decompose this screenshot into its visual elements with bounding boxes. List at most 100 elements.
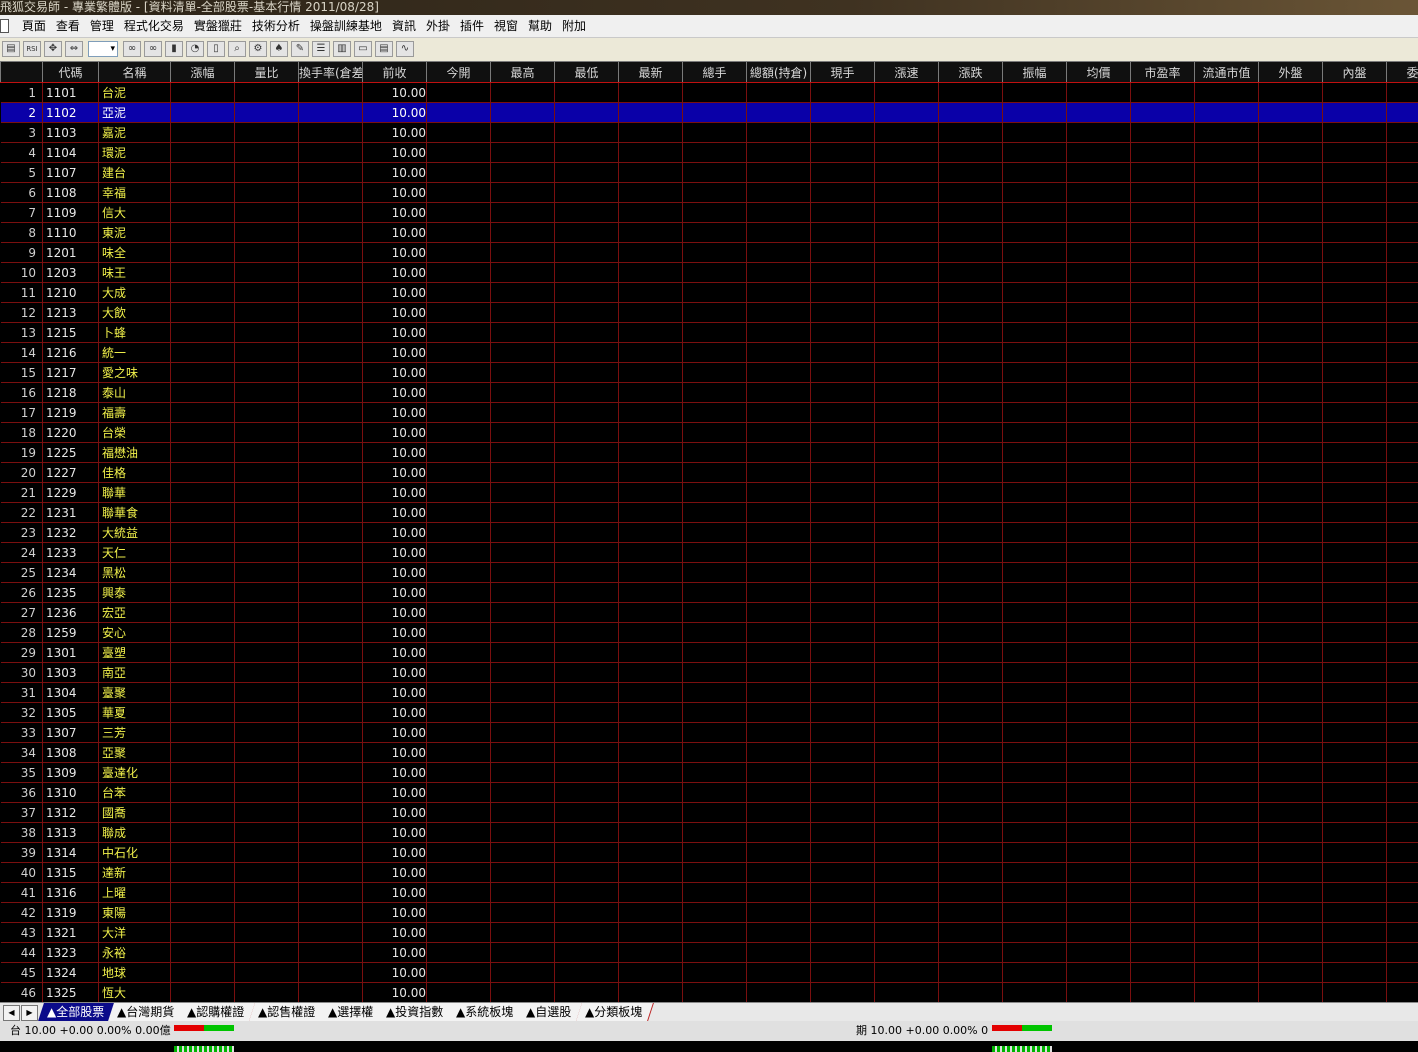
table-row[interactable]: 201227佳格10.00 bbox=[1, 463, 1418, 483]
sheet-tab[interactable]: ▲分類板塊 bbox=[576, 1003, 654, 1021]
resize-icon[interactable]: ⇔ bbox=[65, 41, 83, 57]
tab-scroll-right-button[interactable]: ▶ bbox=[21, 1005, 38, 1021]
column-header[interactable]: 現手 bbox=[811, 62, 875, 83]
folder-icon[interactable]: ▤ bbox=[2, 41, 20, 57]
table-row[interactable]: 151217愛之味10.00 bbox=[1, 363, 1418, 383]
layout-rows-icon[interactable]: ☰ bbox=[312, 41, 330, 57]
column-header[interactable]: 最低 bbox=[555, 62, 619, 83]
table-row[interactable]: 351309臺達化10.00 bbox=[1, 763, 1418, 783]
table-row[interactable]: 181220台榮10.00 bbox=[1, 423, 1418, 443]
table-row[interactable]: 111210大成10.00 bbox=[1, 283, 1418, 303]
menu-item[interactable]: 技術分析 bbox=[247, 15, 305, 37]
book-icon[interactable]: ▯ bbox=[207, 41, 225, 57]
column-header[interactable]: 總額(持倉) bbox=[747, 62, 811, 83]
table-row[interactable]: 101203味王10.00 bbox=[1, 263, 1418, 283]
rsi-icon[interactable]: RSI bbox=[23, 41, 41, 57]
move-icon[interactable]: ✥ bbox=[44, 41, 62, 57]
sheet-tab[interactable]: ▲選擇權 bbox=[319, 1003, 385, 1021]
column-header[interactable]: 流通市值 bbox=[1195, 62, 1259, 83]
table-row[interactable]: 421319東陽10.00 bbox=[1, 903, 1418, 923]
table-row[interactable]: 361310台苯10.00 bbox=[1, 783, 1418, 803]
column-header[interactable]: 漲速 bbox=[875, 62, 939, 83]
table-row[interactable]: 261235興泰10.00 bbox=[1, 583, 1418, 603]
table-row[interactable]: 61108幸福10.00 bbox=[1, 183, 1418, 203]
table-row[interactable]: 271236宏亞10.00 bbox=[1, 603, 1418, 623]
table-row[interactable]: 31103嘉泥10.00 bbox=[1, 123, 1418, 143]
table-row[interactable]: 11101台泥10.00 bbox=[1, 83, 1418, 103]
column-header[interactable]: 名稱 bbox=[99, 62, 171, 83]
menu-item[interactable]: 視窗 bbox=[489, 15, 523, 37]
table-row[interactable]: 131215卜蜂10.00 bbox=[1, 323, 1418, 343]
sheet-tab[interactable]: ▲自選股 bbox=[518, 1003, 584, 1021]
table-row[interactable]: 311304臺聚10.00 bbox=[1, 683, 1418, 703]
menu-item[interactable]: 插件 bbox=[455, 15, 489, 37]
column-header[interactable] bbox=[1, 62, 43, 83]
column-header[interactable]: 振幅 bbox=[1003, 62, 1067, 83]
sheet-tab[interactable]: ▲認購權證 bbox=[178, 1003, 256, 1021]
table-row[interactable]: 191225福懋油10.00 bbox=[1, 443, 1418, 463]
sheet-tab[interactable]: ▲認售權證 bbox=[249, 1003, 327, 1021]
menu-item[interactable]: 外掛 bbox=[421, 15, 455, 37]
table-row[interactable]: 121213大飲10.00 bbox=[1, 303, 1418, 323]
table-row[interactable]: 71109信大10.00 bbox=[1, 203, 1418, 223]
column-header[interactable]: 漲幅 bbox=[171, 62, 235, 83]
table-row[interactable]: 161218泰山10.00 bbox=[1, 383, 1418, 403]
table-row[interactable]: 231232大統益10.00 bbox=[1, 523, 1418, 543]
menu-item[interactable]: 操盤訓練基地 bbox=[305, 15, 387, 37]
column-header[interactable]: 今開 bbox=[427, 62, 491, 83]
table-row[interactable]: 251234黑松10.00 bbox=[1, 563, 1418, 583]
window-icon[interactable]: ▭ bbox=[354, 41, 372, 57]
gear-icon[interactable]: ⚙ bbox=[249, 41, 267, 57]
column-header[interactable]: 總手 bbox=[683, 62, 747, 83]
document-icon[interactable] bbox=[0, 19, 9, 33]
pie-chart-icon[interactable]: ◔ bbox=[186, 41, 204, 57]
table-row[interactable]: 281259安心10.00 bbox=[1, 623, 1418, 643]
column-header[interactable]: 換手率(倉差) bbox=[299, 62, 363, 83]
column-header[interactable]: 市盈率 bbox=[1131, 62, 1195, 83]
column-header[interactable]: 前收 bbox=[363, 62, 427, 83]
menu-item[interactable]: 管理 bbox=[85, 15, 119, 37]
table-row[interactable]: 341308亞聚10.00 bbox=[1, 743, 1418, 763]
table-row[interactable]: 381313聯成10.00 bbox=[1, 823, 1418, 843]
table-row[interactable]: 431321大洋10.00 bbox=[1, 923, 1418, 943]
table-row[interactable]: 141216統一10.00 bbox=[1, 343, 1418, 363]
menu-item[interactable]: 資訊 bbox=[387, 15, 421, 37]
tab-scroll-left-button[interactable]: ◀ bbox=[3, 1005, 20, 1021]
column-header[interactable]: 內盤 bbox=[1323, 62, 1387, 83]
table-row[interactable]: 371312國喬10.00 bbox=[1, 803, 1418, 823]
table-row[interactable]: 321305華夏10.00 bbox=[1, 703, 1418, 723]
period-select[interactable]: ▾ bbox=[88, 41, 118, 57]
alarm-icon[interactable]: ♠ bbox=[270, 41, 288, 57]
table-row[interactable]: 451324地球10.00 bbox=[1, 963, 1418, 983]
table-row[interactable]: 291301臺塑10.00 bbox=[1, 643, 1418, 663]
list-window-icon[interactable]: ▤ bbox=[375, 41, 393, 57]
table-row[interactable]: 461325恆大10.00 bbox=[1, 983, 1418, 1003]
binoculars-2-icon[interactable]: ∞ bbox=[144, 41, 162, 57]
table-row[interactable]: 41104環泥10.00 bbox=[1, 143, 1418, 163]
table-row[interactable]: 51107建台10.00 bbox=[1, 163, 1418, 183]
menu-item[interactable]: 實盤獵莊 bbox=[189, 15, 247, 37]
menu-item[interactable]: 程式化交易 bbox=[119, 15, 189, 37]
table-row[interactable]: 21102亞泥10.00 bbox=[1, 103, 1418, 123]
column-header[interactable]: 外盤 bbox=[1259, 62, 1323, 83]
table-row[interactable]: 441323永裕10.00 bbox=[1, 943, 1418, 963]
sheet-tab[interactable]: ▲投資指數 bbox=[377, 1003, 455, 1021]
table-row[interactable]: 221231聯華食10.00 bbox=[1, 503, 1418, 523]
sheet-tab[interactable]: ▲全部股票 bbox=[38, 1003, 116, 1021]
column-header[interactable]: 漲跌 bbox=[939, 62, 1003, 83]
column-header[interactable]: 均價 bbox=[1067, 62, 1131, 83]
table-row[interactable]: 331307三芳10.00 bbox=[1, 723, 1418, 743]
menu-item[interactable]: 查看 bbox=[51, 15, 85, 37]
table-row[interactable]: 241233天仁10.00 bbox=[1, 543, 1418, 563]
column-header[interactable]: 量比 bbox=[235, 62, 299, 83]
table-row[interactable]: 401315達新10.00 bbox=[1, 863, 1418, 883]
table-row[interactable]: 91201味全10.00 bbox=[1, 243, 1418, 263]
menu-item[interactable]: 附加 bbox=[557, 15, 591, 37]
table-row[interactable]: 391314中石化10.00 bbox=[1, 843, 1418, 863]
table-row[interactable]: 171219福壽10.00 bbox=[1, 403, 1418, 423]
column-header[interactable]: 最高 bbox=[491, 62, 555, 83]
column-header[interactable]: 代碼 bbox=[43, 62, 99, 83]
sheet-tab[interactable]: ▲台灣期貨 bbox=[108, 1003, 186, 1021]
graph-window-icon[interactable]: ∿ bbox=[396, 41, 414, 57]
pen-icon[interactable]: ✎ bbox=[291, 41, 309, 57]
